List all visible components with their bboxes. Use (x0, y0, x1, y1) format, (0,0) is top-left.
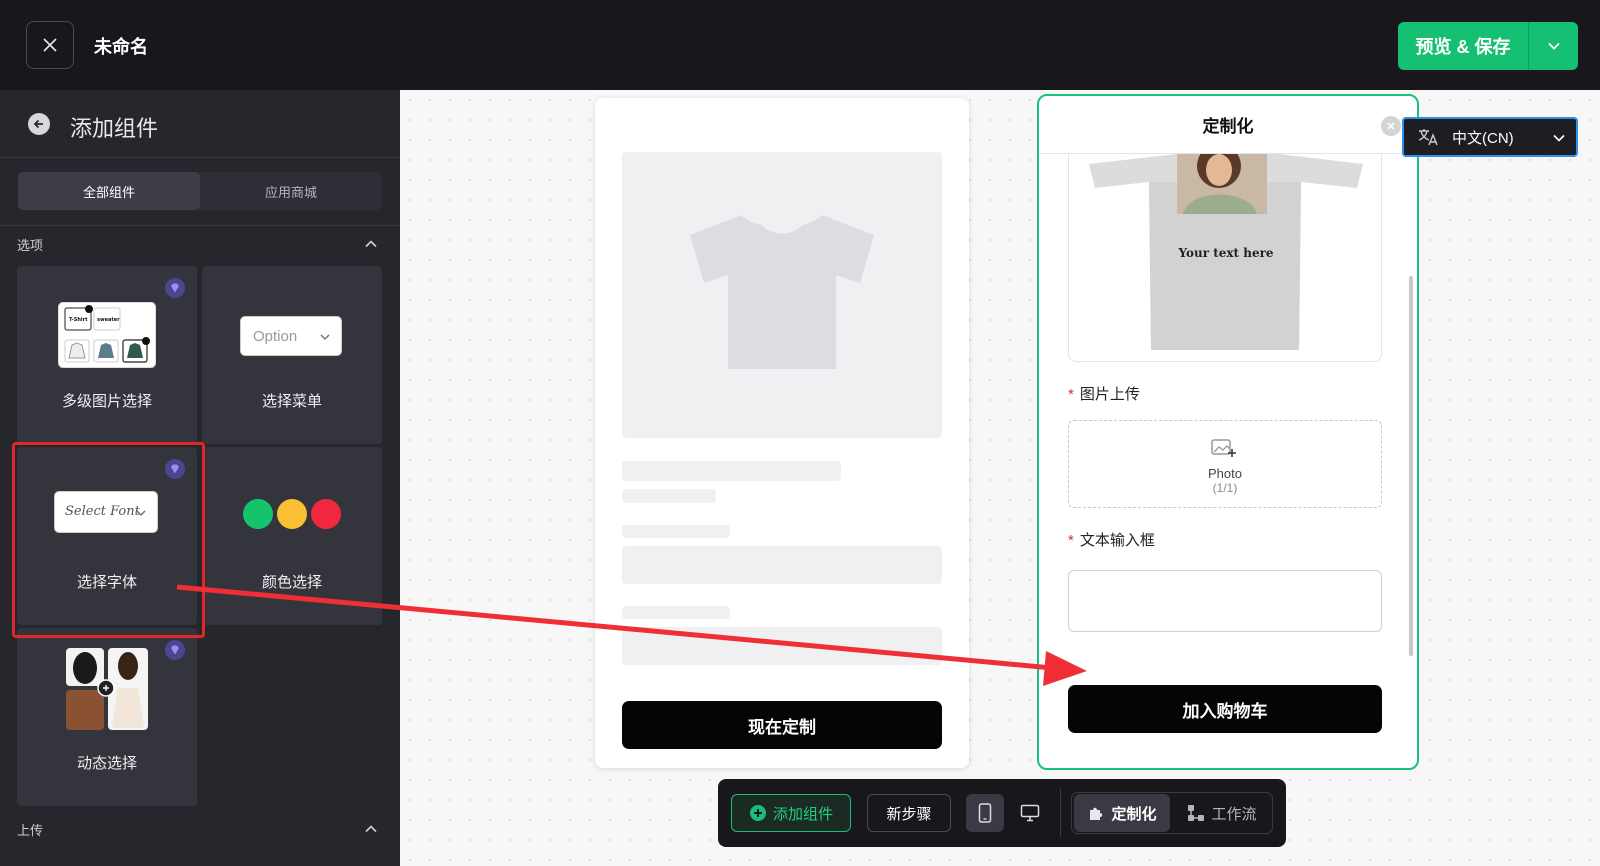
customized-shirt-preview: Your text here (1068, 154, 1382, 362)
workflow-mode-label: 工作流 (1211, 805, 1257, 823)
panel-close-button[interactable] (1381, 116, 1401, 136)
dynamic-select-thumbnail (66, 648, 148, 730)
tshirt-icon (690, 215, 874, 369)
desktop-icon (1020, 804, 1040, 822)
image-upload-label: * 图片上传 (1068, 386, 1140, 403)
text-skeleton (622, 525, 730, 538)
panel-scrollbar[interactable] (1409, 276, 1413, 656)
option-preview-text: Option (253, 328, 298, 345)
close-icon (1387, 122, 1395, 130)
top-bar: 未命名 预览 & 保存 (0, 0, 1600, 90)
text-skeleton (622, 461, 841, 481)
section-label-options: 选项 (17, 238, 44, 253)
tab-all-components[interactable]: 全部组件 (18, 172, 200, 210)
upload-count: (1/1) (1212, 481, 1238, 495)
desktop-view-button[interactable] (1011, 794, 1049, 832)
section-label-upload: 上传 (17, 823, 44, 838)
customization-panel: 定制化 Your text here * 图片上传 Photo (1/1) * 文本… (1037, 94, 1419, 770)
component-card-select-menu[interactable]: Option 选择菜单 (202, 266, 382, 444)
option-select-preview: Option (240, 316, 342, 356)
plus-circle-icon (749, 805, 766, 821)
component-label: 多级图片选择 (61, 393, 152, 410)
text-skeleton (622, 606, 730, 619)
text-input-label: * 文本输入框 (1068, 532, 1155, 549)
photo-upload-area[interactable]: Photo (1/1) (1068, 420, 1382, 508)
component-label: 动态选择 (76, 755, 137, 772)
component-card-dynamic-select[interactable]: 动态选择 (17, 628, 197, 806)
sidebar-title: 添加组件 (70, 116, 159, 141)
color-swatch-yellow (277, 499, 307, 529)
chevron-down-icon (320, 334, 330, 341)
chevron-up-icon[interactable] (364, 822, 378, 836)
highlight-frame (12, 442, 205, 638)
new-step-button[interactable]: 新步骤 (867, 794, 951, 832)
preview-save-label[interactable]: 预览 & 保存 (1398, 22, 1528, 70)
field-skeleton (622, 627, 942, 665)
customize-mode-button[interactable]: 定制化 (1074, 794, 1170, 832)
component-label: 颜色选择 (261, 574, 322, 591)
workflow-icon (1188, 805, 1205, 821)
component-tabs: 全部组件 应用商城 (18, 172, 382, 210)
upload-text: Photo (1208, 466, 1242, 481)
add-to-cart-button[interactable]: 加入购物车 (1068, 685, 1382, 733)
panel-title: 定制化 (1039, 96, 1417, 154)
puzzle-icon (1090, 807, 1103, 820)
field-skeleton (622, 546, 942, 584)
divider (0, 225, 400, 226)
premium-gem-icon (165, 640, 185, 660)
mobile-icon (978, 803, 992, 823)
multi-image-thumbnail: T-Shirt sweater (58, 302, 156, 368)
color-swatch-green (243, 499, 273, 529)
component-card-multi-image[interactable]: T-Shirt sweater 多级图片选择 (17, 266, 197, 444)
close-icon (43, 38, 57, 52)
thumb-sweater-text: sweater (97, 317, 120, 323)
translate-icon (1418, 129, 1438, 146)
component-card-color-select[interactable]: 颜色选择 (202, 447, 382, 625)
preview-save-button[interactable]: 预览 & 保存 (1398, 22, 1578, 70)
language-selector[interactable]: 中文(CN) (1402, 117, 1578, 157)
workflow-mode-button[interactable]: 工作流 (1174, 794, 1270, 832)
text-skeleton (622, 489, 716, 503)
image-placeholder (622, 152, 942, 438)
add-component-button[interactable]: 添加组件 (731, 794, 851, 832)
close-button[interactable] (26, 21, 74, 69)
customize-now-button[interactable]: 现在定制 (622, 701, 942, 749)
page-title: 未命名 (94, 37, 148, 57)
arrow-left-icon (33, 119, 43, 129)
save-dropdown-button[interactable] (1528, 22, 1578, 70)
customize-mode-label: 定制化 (1111, 805, 1157, 823)
mobile-view-button[interactable] (966, 794, 1004, 832)
toolbar-divider (1060, 789, 1061, 837)
premium-gem-icon (165, 278, 185, 298)
language-label: 中文(CN) (1452, 129, 1514, 147)
bottom-toolbar: 添加组件 新步骤 定制化 工作流 (718, 779, 1286, 847)
product-preview: 现在定制 (595, 98, 969, 768)
shirt-custom-text: Your text here (1178, 246, 1274, 260)
editor-canvas (400, 90, 1600, 866)
component-label: 选择菜单 (261, 393, 322, 410)
back-icon[interactable] (28, 113, 50, 135)
color-swatch-red (311, 499, 341, 529)
tab-app-store[interactable]: 应用商城 (200, 172, 382, 210)
chevron-up-icon[interactable] (364, 237, 378, 251)
add-component-label: 添加组件 (772, 805, 833, 823)
custom-text-input[interactable] (1068, 570, 1382, 632)
sidebar-header: 添加组件 (0, 90, 400, 158)
chevron-down-icon (1547, 42, 1560, 50)
thumb-tshirt-text: T-Shirt (69, 317, 88, 323)
chevron-down-icon (1553, 134, 1565, 142)
image-add-icon (1211, 439, 1236, 457)
